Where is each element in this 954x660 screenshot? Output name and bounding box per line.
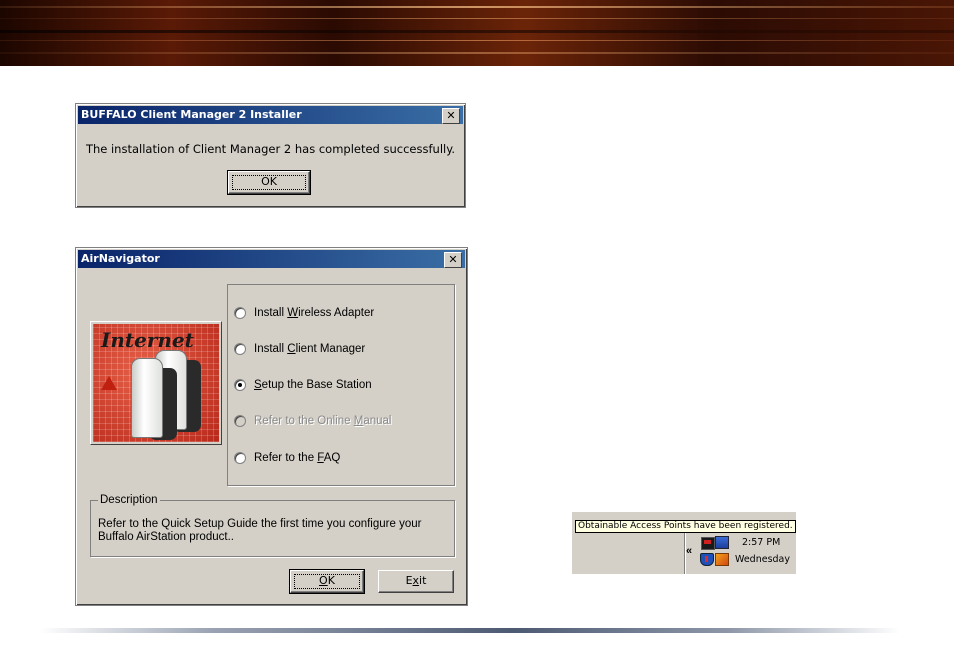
close-icon[interactable]: ✕ <box>442 108 460 124</box>
network-monitor-icon[interactable] <box>701 537 715 550</box>
show-hidden-icons-chevron-icon[interactable]: « <box>686 545 692 557</box>
tray-tooltip: Obtainable Access Points have been regis… <box>575 520 796 533</box>
exit-button[interactable]: Exit <box>378 570 454 593</box>
header-banner <box>0 0 954 66</box>
tray-day: Wednesday <box>735 554 791 565</box>
option-install-wireless-adapter[interactable]: Install Wireless Adapter <box>234 305 374 321</box>
description-text: Refer to the Quick Setup Guide the first… <box>98 518 422 543</box>
installer-ok-button[interactable]: OK <box>227 170 311 195</box>
close-icon[interactable]: ✕ <box>444 252 462 268</box>
radio-icon <box>234 415 246 427</box>
tray-time: 2:57 PM <box>742 537 781 548</box>
option-online-manual: Refer to the Online Manual <box>234 413 391 429</box>
airnav-titlebar[interactable]: AirNavigator ✕ <box>78 250 465 268</box>
system-tray-screenshot: Obtainable Access Points have been regis… <box>572 512 796 574</box>
radio-selected-icon[interactable] <box>234 379 246 391</box>
footer-bar <box>40 628 900 633</box>
installer-title: BUFFALO Client Manager 2 Installer <box>81 108 302 121</box>
radio-icon[interactable] <box>234 343 246 355</box>
installer-message: The installation of Client Manager 2 has… <box>85 142 456 156</box>
airnav-title: AirNavigator <box>81 252 160 265</box>
client-manager-icon[interactable] <box>715 553 729 566</box>
ok-button[interactable]: OK <box>289 569 365 594</box>
option-faq[interactable]: Refer to the FAQ <box>234 450 340 466</box>
radio-icon[interactable] <box>234 452 246 464</box>
options-group: Install Wireless Adapter Install Client … <box>227 284 455 486</box>
illustration-text: Internet <box>101 328 194 352</box>
option-install-client-manager[interactable]: Install Client Manager <box>234 341 365 357</box>
option-setup-base-station[interactable]: Setup the Base Station <box>234 377 372 393</box>
internet-illustration: Internet <box>90 321 222 445</box>
installer-titlebar[interactable]: BUFFALO Client Manager 2 Installer ✕ <box>78 106 463 124</box>
radio-icon[interactable] <box>234 307 246 319</box>
airnavigator-dialog: AirNavigator ✕ Internet Install Wireless… <box>75 247 468 606</box>
installer-dialog: BUFFALO Client Manager 2 Installer ✕ The… <box>75 103 466 208</box>
shield-icon[interactable] <box>700 553 714 566</box>
description-title: Description <box>98 494 160 506</box>
adapter-icon <box>131 358 163 438</box>
computer-icon[interactable] <box>715 536 729 549</box>
